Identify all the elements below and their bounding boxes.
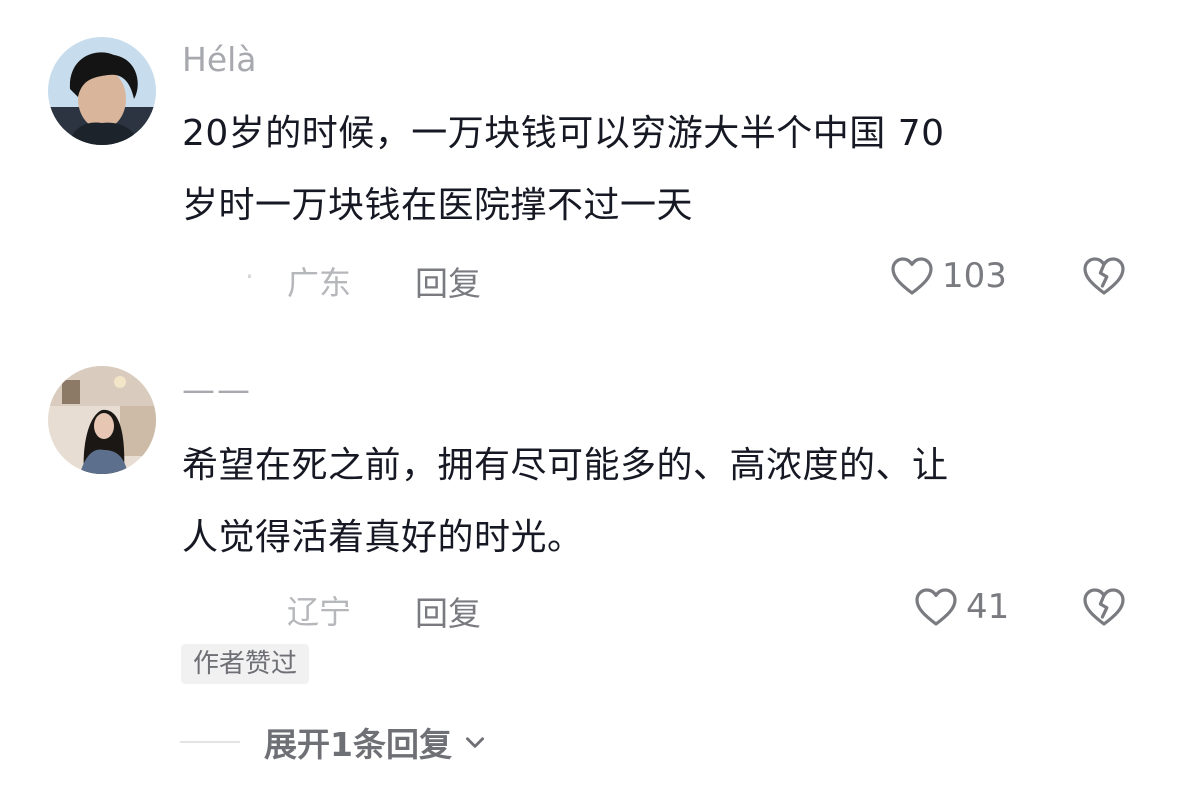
- expand-replies-label: 展开1条回复: [264, 725, 452, 764]
- expand-replies-button[interactable]: 展开1条回复: [180, 718, 488, 766]
- comment-username[interactable]: ——: [182, 370, 252, 409]
- comment-text-line: 希望在死之前，拥有尽可能多的、高浓度的、让: [182, 445, 949, 486]
- comment-text: 希望在死之前，拥有尽可能多的、高浓度的、让 人觉得活着真好的时光。: [182, 430, 1112, 574]
- chevron-down-icon: [465, 737, 484, 748]
- divider: [180, 741, 240, 743]
- author-liked-badge: 作者赞过: [181, 644, 310, 684]
- dislike-button[interactable]: [1080, 583, 1128, 635]
- broken-heart-icon: [1083, 588, 1125, 626]
- like-count: 41: [966, 587, 1010, 627]
- comment-item: —— 希望在死之前，拥有尽可能多的、高浓度的、让 人觉得活着真好的时光。 辽宁 …: [0, 0, 1179, 794]
- like-button[interactable]: 41: [912, 583, 1009, 631]
- comment-location: 辽宁: [287, 593, 352, 631]
- reply-button[interactable]: 回复: [415, 587, 481, 635]
- heart-outline-icon: [915, 588, 957, 626]
- comment-text-line: 人觉得活着真好的时光。: [182, 517, 584, 558]
- avatar[interactable]: [48, 366, 156, 474]
